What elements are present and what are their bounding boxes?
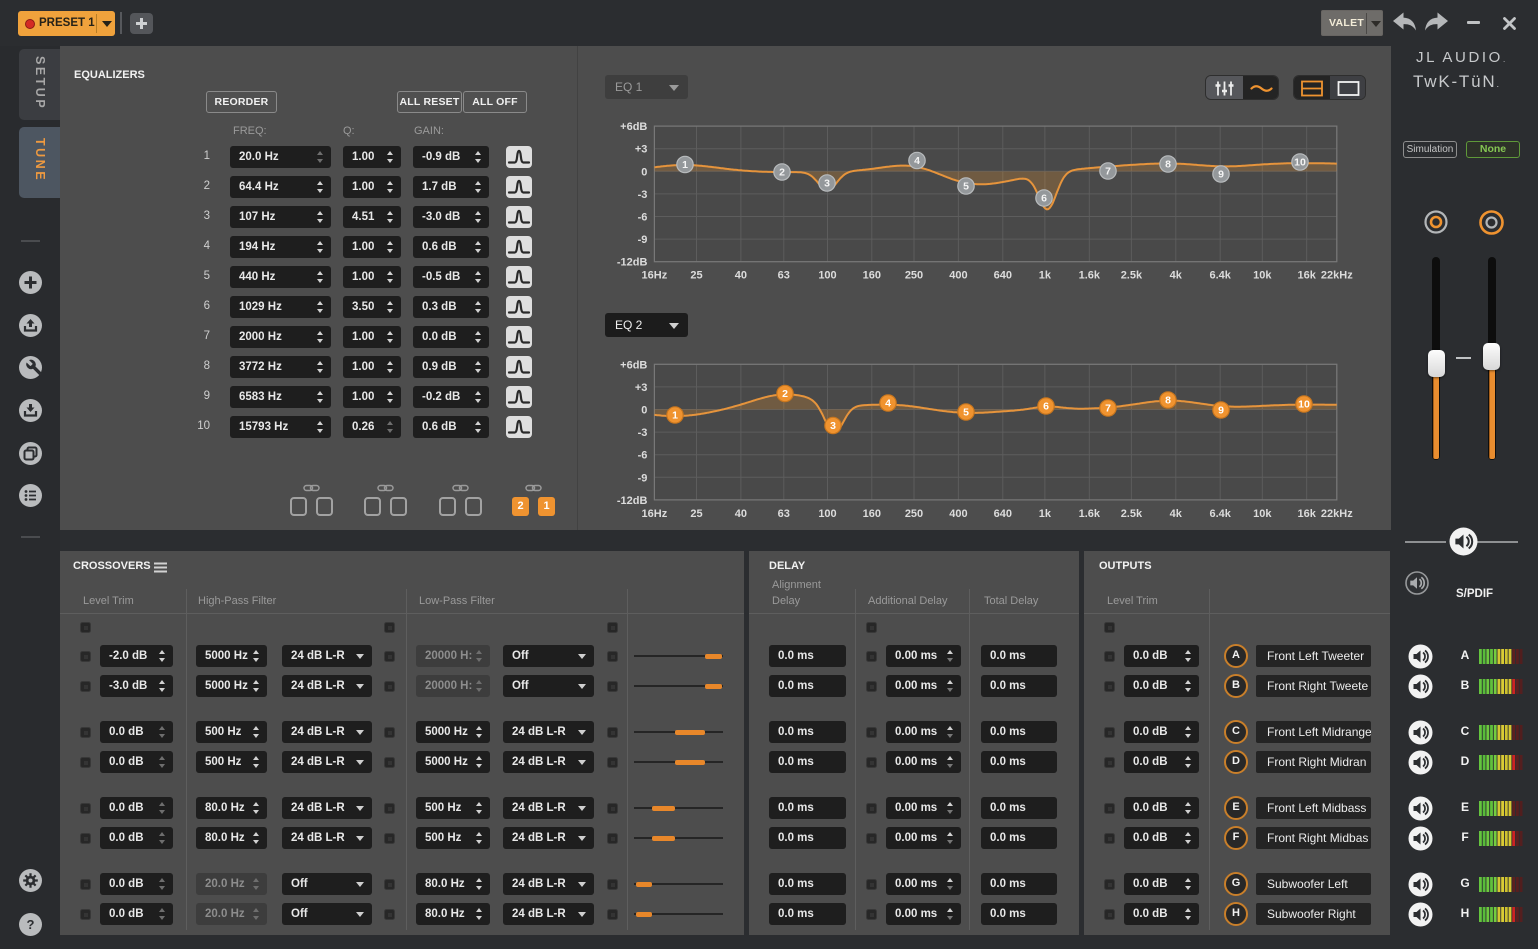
svg-text:7: 7 — [1105, 403, 1111, 415]
svg-text:40: 40 — [735, 508, 747, 520]
svg-text:8: 8 — [1165, 395, 1171, 407]
svg-text:-3: -3 — [638, 427, 648, 439]
svg-text:1k: 1k — [1039, 270, 1052, 282]
svg-text:10: 10 — [1294, 157, 1306, 169]
svg-text:8: 8 — [1165, 159, 1171, 171]
svg-text:640: 640 — [994, 508, 1012, 520]
svg-text:6.4k: 6.4k — [1209, 508, 1231, 520]
svg-text:5: 5 — [963, 181, 969, 193]
svg-text:63: 63 — [778, 508, 790, 520]
svg-text:10k: 10k — [1253, 508, 1272, 520]
svg-text:1.6k: 1.6k — [1079, 270, 1101, 282]
svg-text:16Hz: 16Hz — [642, 270, 668, 282]
svg-text:4k: 4k — [1170, 270, 1183, 282]
svg-text:22kHz: 22kHz — [1321, 270, 1353, 282]
svg-text:-6: -6 — [638, 212, 648, 224]
svg-text:16k: 16k — [1298, 508, 1317, 520]
svg-text:250: 250 — [905, 270, 923, 282]
svg-text:16Hz: 16Hz — [642, 508, 668, 520]
svg-text:160: 160 — [863, 508, 881, 520]
svg-text:400: 400 — [949, 270, 967, 282]
svg-text:640: 640 — [994, 270, 1012, 282]
svg-text:-6: -6 — [638, 450, 648, 462]
svg-text:160: 160 — [863, 270, 881, 282]
svg-text:1.6k: 1.6k — [1079, 508, 1101, 520]
svg-text:25: 25 — [690, 508, 702, 520]
svg-text:40: 40 — [735, 270, 747, 282]
svg-text:6.4k: 6.4k — [1209, 270, 1231, 282]
svg-text:1: 1 — [672, 410, 678, 422]
svg-text:9: 9 — [1218, 405, 1224, 417]
svg-text:-12dB: -12dB — [617, 257, 648, 269]
svg-text:2.5k: 2.5k — [1121, 270, 1143, 282]
svg-text:25: 25 — [690, 270, 702, 282]
svg-text:5: 5 — [963, 407, 969, 419]
svg-text:250: 250 — [905, 508, 923, 520]
svg-text:10: 10 — [1298, 399, 1310, 411]
svg-text:400: 400 — [949, 508, 967, 520]
svg-text:22kHz: 22kHz — [1321, 508, 1353, 520]
svg-text:4k: 4k — [1170, 508, 1183, 520]
svg-text:4: 4 — [885, 398, 891, 410]
svg-text:-3: -3 — [638, 189, 648, 201]
svg-text:-9: -9 — [638, 472, 648, 484]
svg-text:6: 6 — [1041, 193, 1047, 205]
svg-text:+6dB: +6dB — [620, 359, 647, 371]
svg-text:2.5k: 2.5k — [1121, 508, 1143, 520]
svg-text:1: 1 — [682, 159, 688, 171]
svg-text:+3: +3 — [635, 382, 648, 394]
svg-text:0: 0 — [641, 405, 647, 417]
svg-text:3: 3 — [824, 178, 830, 190]
svg-text:100: 100 — [818, 508, 836, 520]
svg-text:+6dB: +6dB — [620, 121, 647, 133]
svg-text:?: ? — [27, 917, 35, 932]
svg-text:0: 0 — [641, 166, 647, 178]
svg-text:6: 6 — [1043, 401, 1049, 413]
svg-text:10k: 10k — [1253, 270, 1272, 282]
svg-text:2: 2 — [782, 388, 788, 400]
svg-text:7: 7 — [1105, 166, 1111, 178]
svg-text:4: 4 — [914, 155, 920, 167]
svg-text:100: 100 — [818, 270, 836, 282]
svg-text:3: 3 — [830, 420, 836, 432]
svg-text:-9: -9 — [638, 234, 648, 246]
svg-text:-12dB: -12dB — [617, 495, 648, 507]
svg-text:63: 63 — [778, 270, 790, 282]
svg-text:16k: 16k — [1298, 270, 1317, 282]
svg-text:2: 2 — [779, 167, 785, 179]
svg-text:1k: 1k — [1039, 508, 1052, 520]
svg-text:+3: +3 — [635, 144, 648, 156]
svg-text:9: 9 — [1218, 169, 1224, 181]
